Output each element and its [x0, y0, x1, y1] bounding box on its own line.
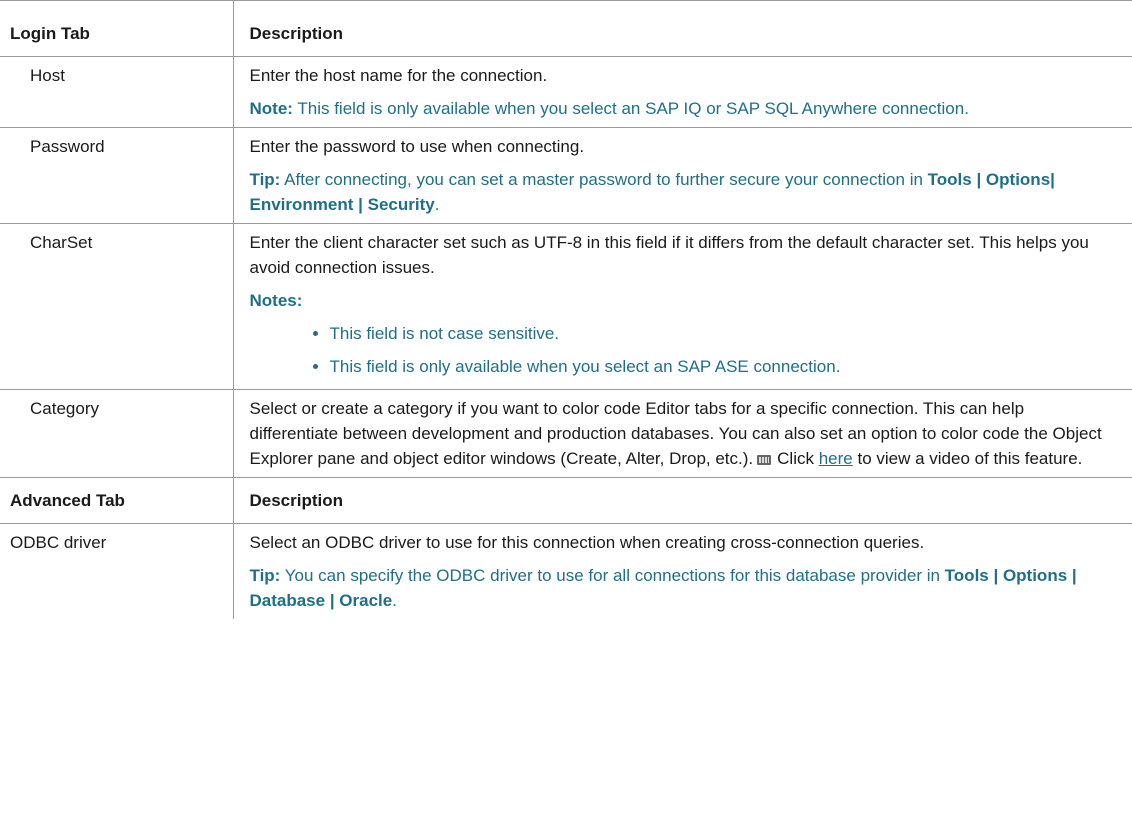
click-text: Click — [777, 449, 819, 468]
tip-text: After connecting, you can set a master p… — [280, 170, 928, 189]
table-row: Category Select or create a category if … — [0, 389, 1132, 478]
notes-list: This field is not case sensitive. This f… — [250, 321, 1113, 379]
table-row: CharSet Enter the client character set s… — [0, 223, 1132, 390]
tip-text: You can specify the ODBC driver to use f… — [280, 566, 945, 585]
list-item: This field is only available when you se… — [330, 354, 1113, 379]
charset-notes: Notes: This field is not case sensitive.… — [250, 288, 1113, 379]
after-link-text: to view a video of this feature. — [852, 449, 1083, 468]
login-tab-header-row: Login Tab Description — [0, 0, 1132, 57]
odbc-driver-label: ODBC driver — [0, 523, 234, 619]
category-desc-text: Select or create a category if you want … — [250, 396, 1113, 471]
video-icon — [757, 455, 772, 465]
table-row: Host Enter the host name for the connect… — [0, 56, 1132, 128]
advanced-tab-column-header: Advanced Tab — [0, 477, 234, 524]
description-column-header: Description — [233, 477, 1132, 524]
notes-label: Notes: — [249, 291, 303, 310]
password-description: Enter the password to use when connectin… — [233, 127, 1132, 224]
tip-label: Tip: — [249, 566, 281, 585]
table-row: Password Enter the password to use when … — [0, 127, 1132, 224]
odbc-tip: Tip: You can specify the ODBC driver to … — [250, 563, 1113, 613]
charset-label: CharSet — [0, 223, 234, 390]
note-label: Note: — [249, 99, 293, 118]
password-desc-text: Enter the password to use when connectin… — [249, 137, 585, 156]
host-label: Host — [0, 56, 234, 128]
category-description: Select or create a category if you want … — [233, 389, 1132, 478]
login-tab-column-header: Login Tab — [0, 0, 234, 57]
charset-desc-text: Enter the client character set such as U… — [249, 233, 1089, 277]
host-desc-text: Enter the host name for the connection. — [249, 66, 548, 85]
advanced-tab-header-row: Advanced Tab Description — [0, 477, 1132, 524]
host-note: Note: This field is only available when … — [250, 96, 1113, 121]
charset-description: Enter the client character set such as U… — [233, 223, 1132, 390]
tip-end: . — [434, 195, 440, 214]
password-label: Password — [0, 127, 234, 224]
table-row: ODBC driver Select an ODBC driver to use… — [0, 523, 1132, 620]
video-link[interactable]: here — [819, 449, 853, 468]
odbc-desc-text: Select an ODBC driver to use for this co… — [249, 533, 925, 552]
connection-options-table: Login Tab Description Host Enter the hos… — [0, 0, 1132, 619]
note-text: This field is only available when you se… — [292, 99, 969, 118]
host-description: Enter the host name for the connection. … — [233, 56, 1132, 128]
tip-label: Tip: — [249, 170, 281, 189]
description-column-header: Description — [233, 0, 1132, 57]
tip-end: . — [392, 591, 397, 610]
password-tip: Tip: After connecting, you can set a mas… — [250, 167, 1113, 217]
category-label: Category — [0, 389, 234, 478]
list-item: This field is not case sensitive. — [330, 321, 1113, 346]
odbc-driver-description: Select an ODBC driver to use for this co… — [233, 524, 1132, 620]
